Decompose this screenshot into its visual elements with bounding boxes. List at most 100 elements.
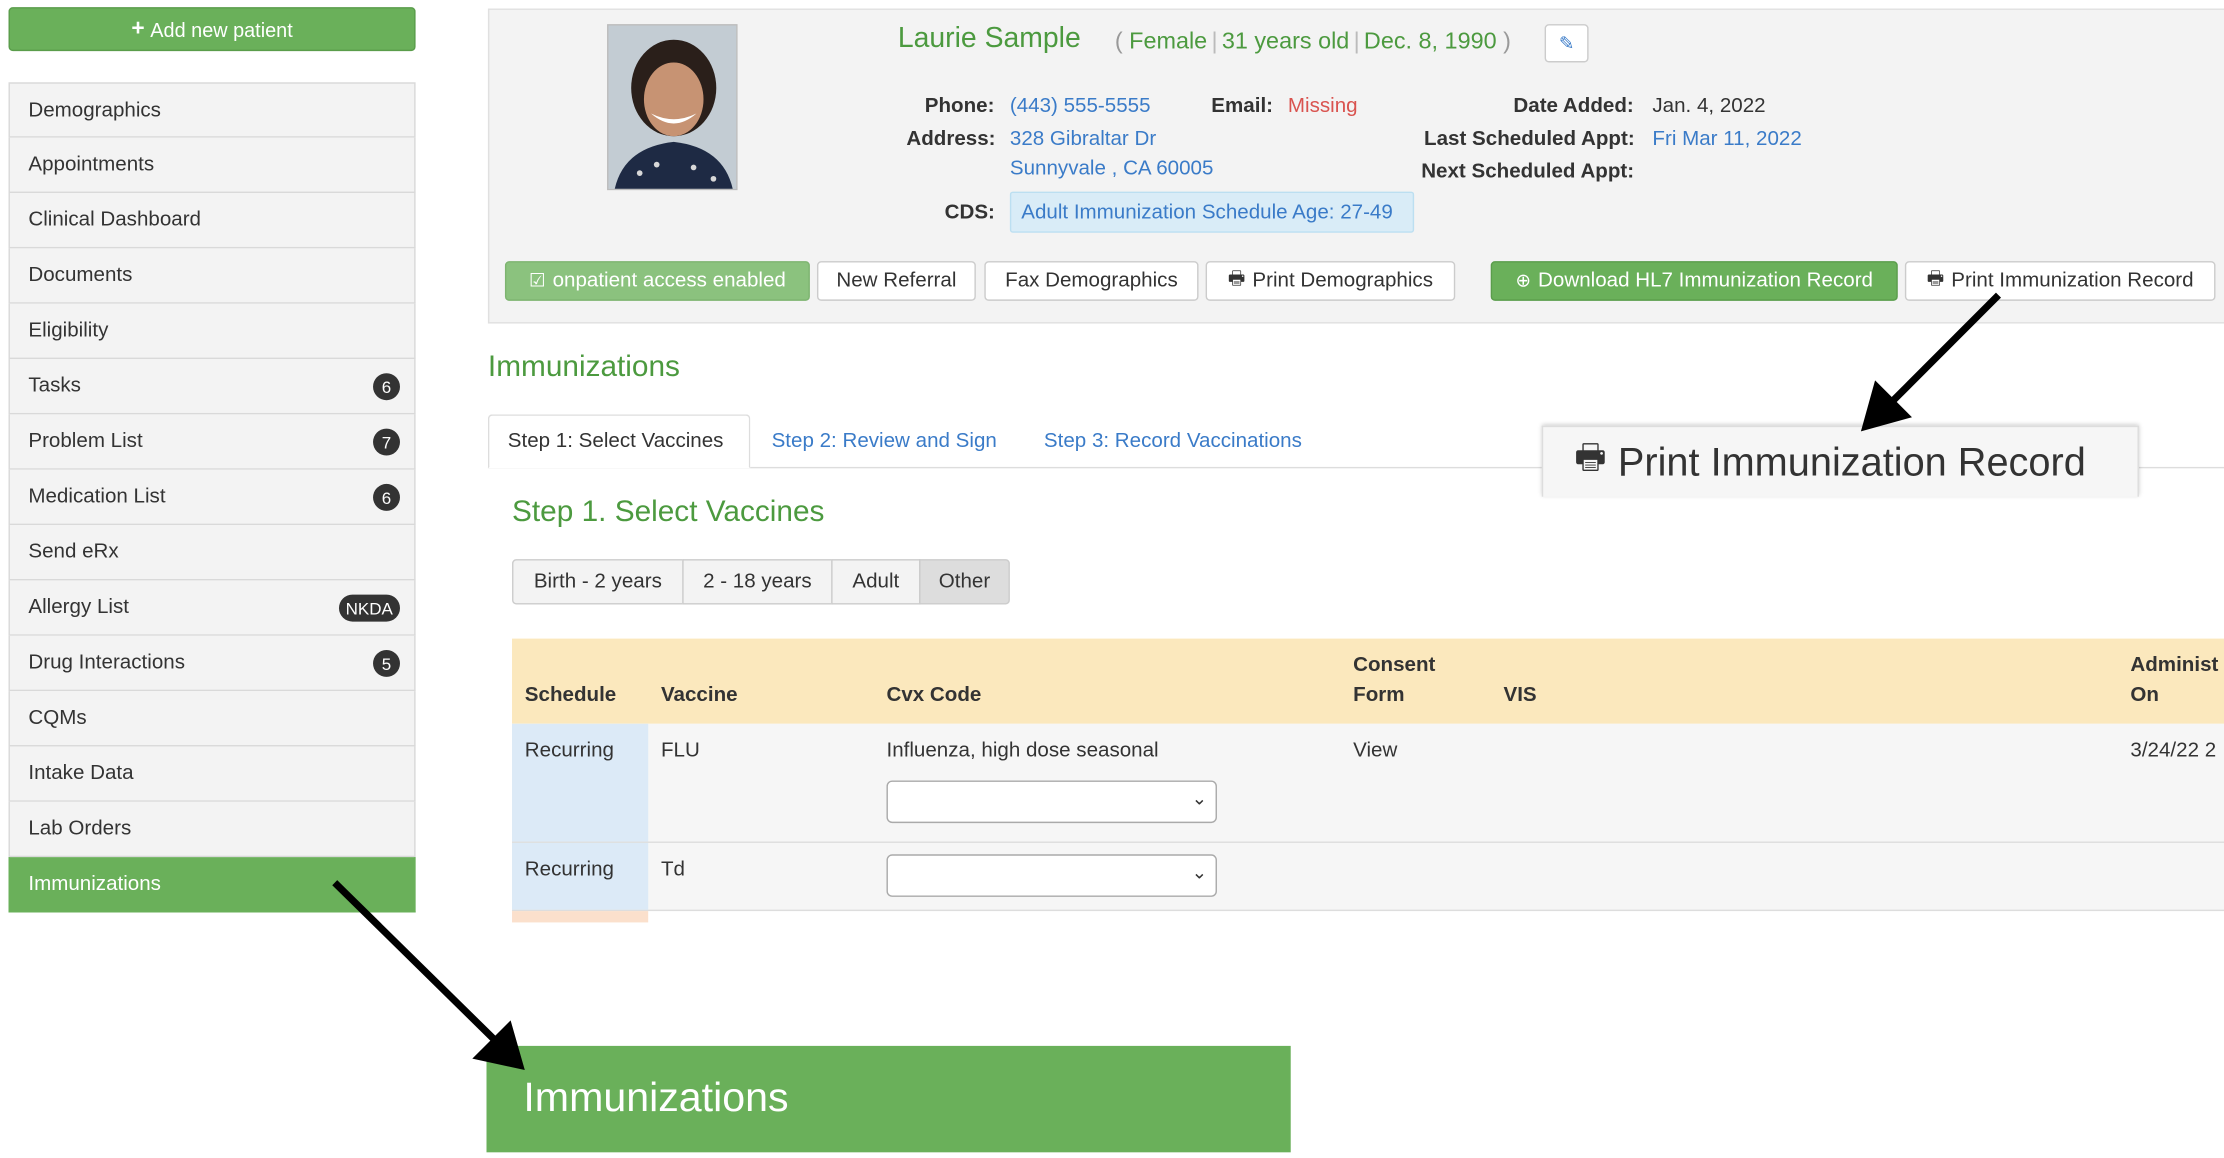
sidebar-item-label: Medication List <box>28 485 166 509</box>
email-label: Email: <box>1211 95 1274 118</box>
add-new-patient-button[interactable]: + Add new patient <box>8 7 416 52</box>
check-square-icon: ☑ <box>528 269 546 291</box>
fax-demographics-button[interactable]: Fax Demographics <box>984 261 1199 301</box>
address-line1[interactable]: 328 Gibraltar Dr <box>1010 128 1156 151</box>
print-immunization-button[interactable]: 🖶 Print Immunization Record <box>1904 261 2216 301</box>
address-label: Address: <box>906 127 996 151</box>
row-vaccine: Td <box>660 858 685 882</box>
new-referral-label: New Referral <box>836 269 957 293</box>
print-immunization-zoom-label: Print Immunization Record <box>1617 439 2086 484</box>
cds-alert[interactable]: Adult Immunization Schedule Age: 27-49 <box>1009 191 1415 233</box>
col-administered-on: On <box>2130 684 2159 707</box>
sidebar-item-label: Drug Interactions <box>28 651 185 675</box>
sidebar-item-cqms[interactable]: CQMs <box>8 691 416 747</box>
print-immunization-label: Print Immunization Record <box>1951 269 2194 293</box>
patient-age: 31 years old <box>1221 28 1350 54</box>
edit-patient-button[interactable]: ✎ <box>1544 24 1589 63</box>
sidebar-item-label: Immunizations <box>28 872 161 896</box>
row-vaccine: FLU <box>660 739 700 763</box>
count-badge: 6 <box>373 483 400 511</box>
sidebar-item-label: Demographics <box>28 98 161 122</box>
phone-label: Phone: <box>924 95 995 118</box>
col-consent-form: Form <box>1353 684 1405 707</box>
sidebar-item-label: Tasks <box>28 374 81 398</box>
chevron-down-icon: ⌄ <box>1191 787 1208 809</box>
table-row <box>512 842 2224 912</box>
email-value: Missing <box>1287 95 1358 118</box>
age-group-other[interactable]: Other <box>919 559 1010 605</box>
step-title: Step 1. Select Vaccines <box>512 495 825 528</box>
cvx-code-select[interactable]: ⌄ <box>886 854 1217 897</box>
row-schedule: Recurring <box>524 858 614 882</box>
col-administered: Administ <box>2130 654 2219 677</box>
row-administered-on: 3/24/22 2 <box>2130 739 2217 763</box>
sidebar-item-label: Clinical Dashboard <box>28 208 201 232</box>
download-hl7-button[interactable]: ⊕ Download HL7 Immunization Record <box>1490 261 1898 301</box>
sidebar-item-label: Allergy List <box>28 596 129 619</box>
sidebar-item-drug-interactions[interactable]: Drug Interactions 5 <box>8 635 416 692</box>
date-added-value: Jan. 4, 2022 <box>1652 95 1766 118</box>
sidebar-item-problem-list[interactable]: Problem List 7 <box>8 414 416 470</box>
sidebar-item-intake-data[interactable]: Intake Data <box>8 746 416 802</box>
patient-dob: Dec. 8, 1990 <box>1363 28 1497 54</box>
patient-gender: Female <box>1129 28 1208 54</box>
fax-demographics-label: Fax Demographics <box>1005 269 1178 293</box>
patient-summary: ( Female | 31 years old | Dec. 8, 1990 ) <box>1114 28 1511 54</box>
age-group-2-18[interactable]: 2 - 18 years <box>682 559 833 605</box>
table-row-next <box>512 911 649 923</box>
address-line2[interactable]: Sunnyvale , CA 60005 <box>1010 158 1214 181</box>
sidebar-item-allergy-list[interactable]: Allergy List NKDA <box>8 580 416 636</box>
phone-value[interactable]: (443) 555-5555 <box>1010 95 1151 118</box>
sidebar-item-send-erx[interactable]: Send eRx <box>8 525 416 581</box>
count-badge: 6 <box>373 373 400 401</box>
sidebar-item-label: Problem List <box>28 429 143 453</box>
print-demographics-label: Print Demographics <box>1252 269 1433 293</box>
col-schedule: Schedule <box>524 684 617 707</box>
sidebar-item-eligibility[interactable]: Eligibility <box>8 303 416 360</box>
sidebar-item-clinical-dashboard[interactable]: Clinical Dashboard <box>8 193 416 249</box>
nkda-badge: NKDA <box>338 594 400 622</box>
last-appt-value[interactable]: Fri Mar 11, 2022 <box>1652 128 1801 151</box>
onpatient-access-button[interactable]: ☑ onpatient access enabled <box>504 261 810 301</box>
print-demographics-button[interactable]: 🖶 Print Demographics <box>1205 261 1456 301</box>
col-vaccine: Vaccine <box>660 684 738 707</box>
col-vis: VIS <box>1503 684 1537 707</box>
tab-record-vaccinations[interactable]: Step 3: Record Vaccinations <box>1025 414 1320 468</box>
sidebar-item-demographics[interactable]: Demographics <box>8 82 416 138</box>
sidebar-item-label: Send eRx <box>28 540 119 564</box>
plus-icon: + <box>131 16 145 41</box>
sidebar-item-label: Intake Data <box>28 762 134 785</box>
count-badge: 5 <box>373 649 400 677</box>
printer-icon: 🖶 <box>1926 266 1945 289</box>
sidebar-item-label: CQMs <box>28 706 87 730</box>
download-circle-icon: ⊕ <box>1515 269 1531 291</box>
sidebar-item-immunizations[interactable]: Immunizations <box>8 857 416 913</box>
tab-select-vaccines[interactable]: Step 1: Select Vaccines <box>487 414 751 469</box>
tab-review-and-sign[interactable]: Step 2: Review and Sign <box>753 414 1015 468</box>
printer-icon: 🖶 <box>1574 438 1607 477</box>
consent-view-link[interactable]: View <box>1353 739 1397 762</box>
patient-name: Laurie Sample <box>897 22 1081 54</box>
sidebar-item-appointments[interactable]: Appointments <box>8 137 416 194</box>
row-cvx-description: Influenza, high dose seasonal <box>886 739 1159 763</box>
immunizations-zoom-label: Immunizations <box>523 1075 789 1122</box>
onpatient-access-label: onpatient access enabled <box>552 269 786 293</box>
sidebar-item-label: Documents <box>28 263 133 287</box>
sidebar-item-documents[interactable]: Documents <box>8 248 416 304</box>
sidebar-item-label: Appointments <box>28 153 155 176</box>
patient-sidebar: Demographics Appointments Clinical Dashb… <box>8 82 416 913</box>
col-consent: Consent <box>1353 654 1436 677</box>
sidebar-item-label: Lab Orders <box>28 817 132 841</box>
patient-photo <box>607 24 738 191</box>
age-group-adult[interactable]: Adult <box>831 559 921 605</box>
pencil-icon: ✎ <box>1558 31 1575 54</box>
cvx-code-select[interactable]: ⌄ <box>886 780 1217 824</box>
sidebar-item-lab-orders[interactable]: Lab Orders <box>8 801 416 858</box>
sidebar-item-medication-list[interactable]: Medication List 6 <box>8 469 416 526</box>
sidebar-item-tasks[interactable]: Tasks 6 <box>8 359 416 415</box>
download-hl7-label: Download HL7 Immunization Record <box>1538 269 1874 293</box>
chevron-down-icon: ⌄ <box>1191 861 1208 883</box>
new-referral-button[interactable]: New Referral <box>816 261 976 301</box>
age-group-birth-2[interactable]: Birth - 2 years <box>512 559 684 605</box>
count-badge: 7 <box>373 428 400 456</box>
